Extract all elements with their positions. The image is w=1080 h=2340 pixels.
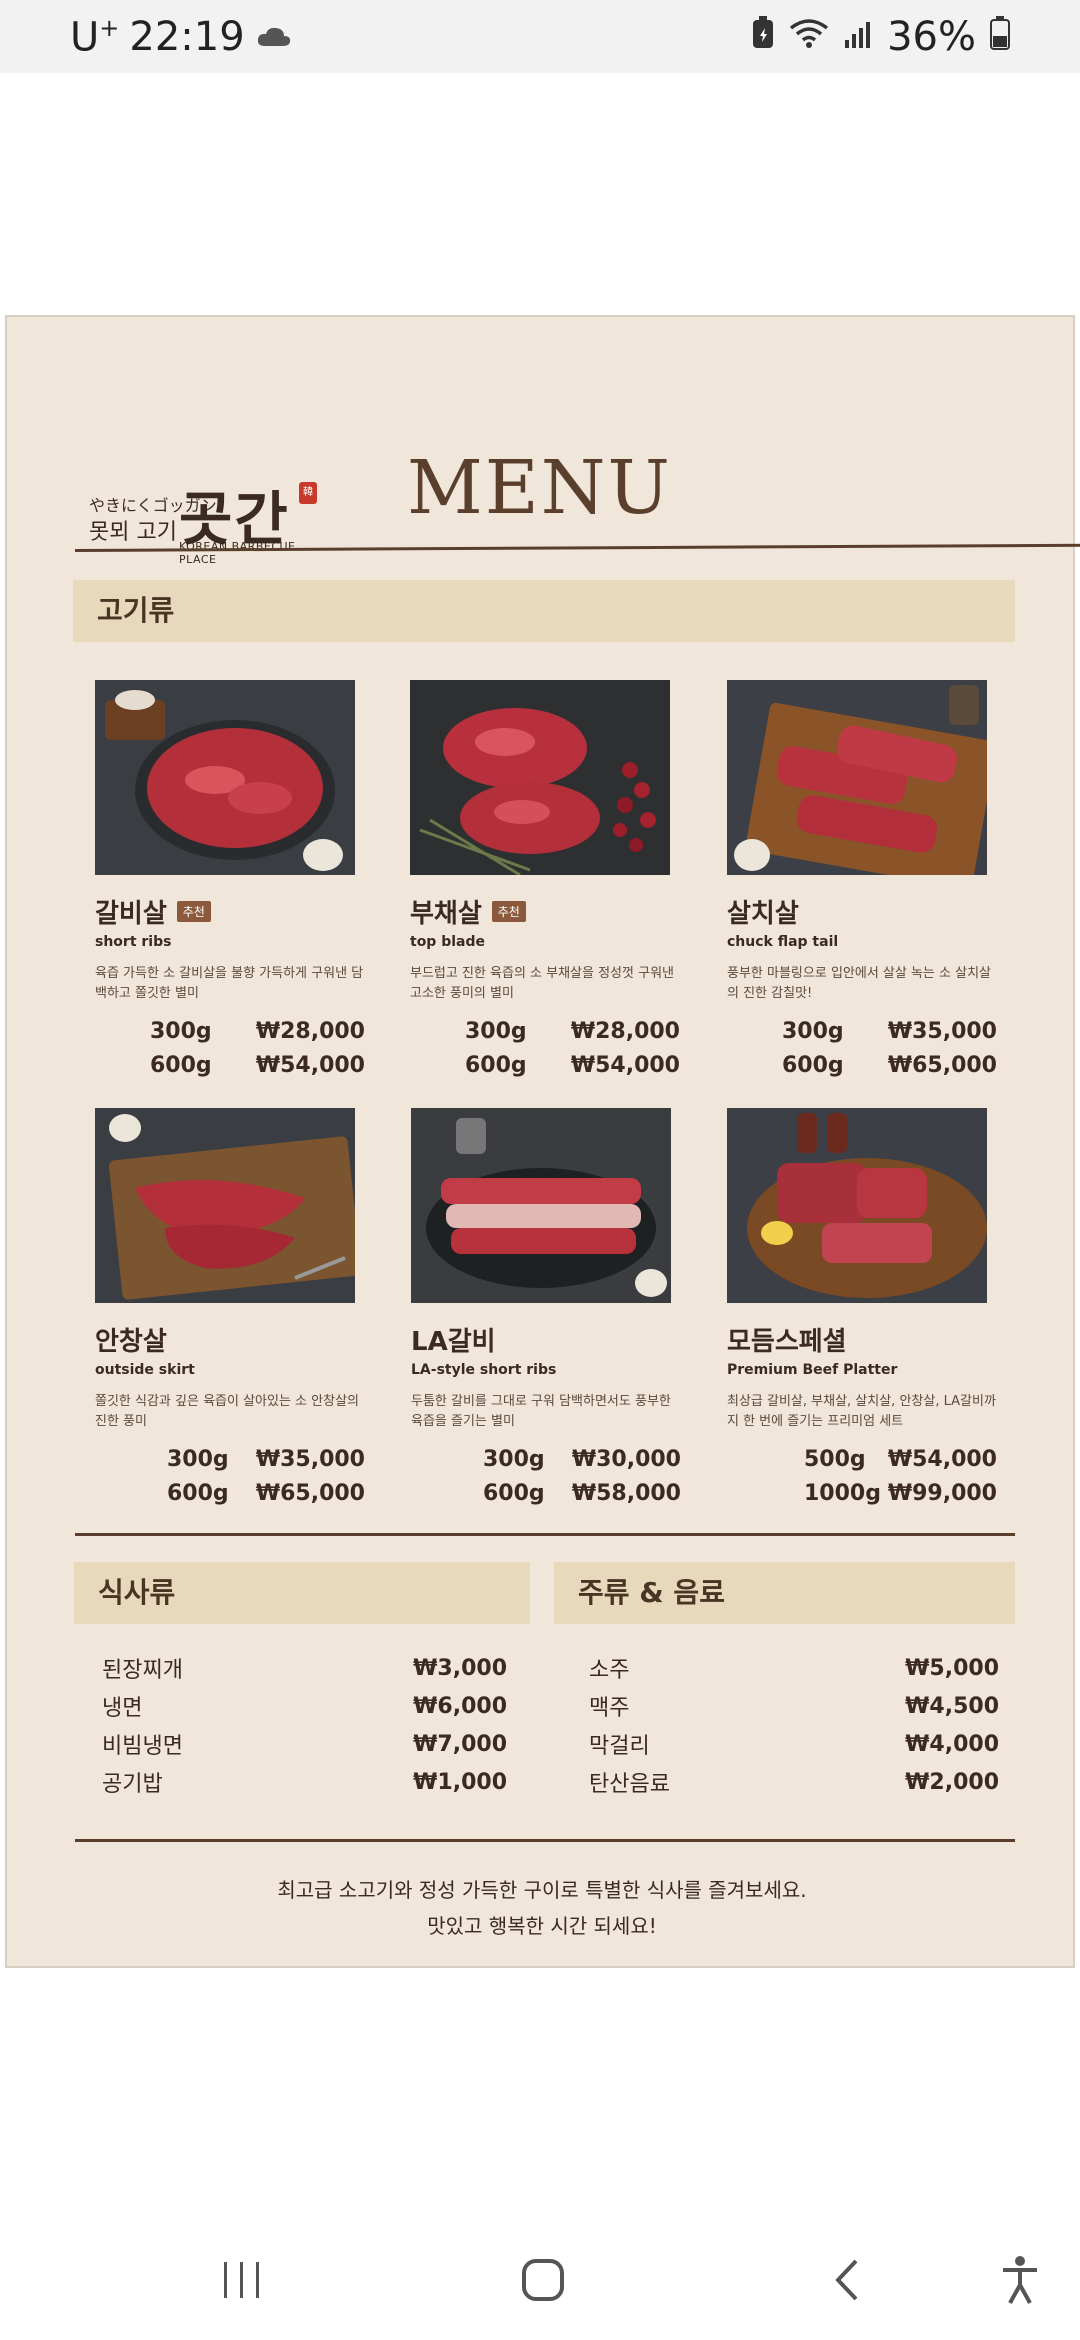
- menu-title: MENU: [407, 445, 672, 531]
- wifi-icon: [789, 14, 829, 60]
- item-name: 안창살: [95, 1327, 167, 1357]
- status-bar: U+ 22:19 36%: [0, 0, 1080, 73]
- menu-item-la-galbi[interactable]: LA갈비 LA-style short ribs 두툼한 갈비를 그대로 구워 …: [411, 1108, 681, 1510]
- item-description: 쫄깃한 식감과 깊은 육즙이 살아있는 소 안창살의 진한 풍미: [95, 1394, 359, 1429]
- list-item[interactable]: 소주 ₩5,000: [589, 1649, 999, 1687]
- menu-sheet: やきにくゴッガン 못뫼 고기 곳간 韓 KOREAN BARBECUE PLAC…: [5, 315, 1080, 1968]
- footer-line-2: 맛있고 행복한 시간 되세요!: [427, 1914, 657, 1938]
- menu-item-buchaesal[interactable]: 부채살 추천 top blade 부드럽고 진한 육즙의 소 부채살을 정성껏 …: [410, 680, 680, 1082]
- meals-list: 된장찌개 ₩3,000 냉면 ₩6,000 비빔냉면 ₩7,000 공기밥 ₩1,000: [102, 1649, 507, 1801]
- status-right: 36%: [751, 14, 1010, 60]
- list-item[interactable]: 막걸리 ₩4,000: [589, 1725, 999, 1763]
- list-item[interactable]: 비빔냉면 ₩7,000: [102, 1725, 507, 1763]
- menu-item-galbisal[interactable]: 갈비살 추천 short ribs 육즙 가득한 소 갈비살을 불향 가득하게 …: [95, 680, 365, 1082]
- price-row: 600g ₩58,000: [483, 1480, 681, 1506]
- signal-icon: [843, 14, 873, 60]
- price-row: 600g ₩54,000: [465, 1052, 680, 1078]
- meat-photo: [410, 680, 670, 875]
- item-description: 육즙 가득한 소 갈비살을 불향 가득하게 구워낸 담백하고 쫄깃한 별미: [95, 966, 364, 1001]
- meat-photo: [411, 1108, 671, 1303]
- drinks-list: 소주 ₩5,000 맥주 ₩4,500 막걸리 ₩4,000 탄산음료 ₩2,000: [589, 1649, 999, 1801]
- price-row: 300g ₩35,000: [167, 1446, 365, 1472]
- meat-photo: [727, 1108, 987, 1303]
- section-divider: [75, 1533, 1015, 1536]
- meat-photo: [95, 1108, 355, 1303]
- item-name: 부채살: [410, 899, 482, 929]
- item-name-en: outside skirt: [95, 1362, 195, 1378]
- menu-item-salchisal[interactable]: 살치살 chuck flap tail 풍부한 마블링으로 입안에서 살살 녹는…: [727, 680, 997, 1082]
- price-row: 600g ₩65,000: [782, 1052, 997, 1078]
- item-name-en: chuck flap tail: [727, 934, 839, 950]
- item-name: 갈비살: [95, 899, 167, 929]
- section-meals-header: 식사류: [74, 1562, 530, 1624]
- recommend-badge: 추천: [491, 901, 526, 922]
- item-name: 살치살: [727, 899, 799, 929]
- accessibility-icon[interactable]: [985, 2250, 1055, 2310]
- price-row: 300g ₩28,000: [150, 1018, 365, 1044]
- price-row: 600g ₩65,000: [167, 1480, 365, 1506]
- logo-tagline: KOREAN BARBECUE PLACE: [179, 540, 296, 566]
- logo-subtitle-kr: 못뫼 고기: [89, 520, 177, 545]
- menu-item-anchangsal[interactable]: 안창살 outside skirt 쫄깃한 식감과 깊은 육즙이 살아있는 소 …: [95, 1108, 365, 1510]
- item-name-en: top blade: [410, 934, 485, 950]
- footer-divider: [75, 1839, 1015, 1842]
- menu-item-modeum-special[interactable]: 모듬스페셜 Premium Beef Platter 최상급 갈비살, 부채살,…: [727, 1108, 997, 1510]
- price-row: 300g ₩28,000: [465, 1018, 680, 1044]
- section-drinks-header: 주류 & 음료: [554, 1562, 1015, 1624]
- logo-stamp: 韓: [299, 482, 317, 504]
- list-item[interactable]: 탄산음료 ₩2,000: [589, 1763, 999, 1801]
- price-row: 1000g ₩99,000: [804, 1480, 997, 1506]
- footer-line-1: 최고급 소고기와 정성 가득한 구이로 특별한 식사를 즐겨보세요.: [277, 1878, 807, 1902]
- recents-icon[interactable]: [207, 2250, 277, 2310]
- status-left: U+ 22:19: [70, 14, 293, 60]
- list-item[interactable]: 된장찌개 ₩3,000: [102, 1649, 507, 1687]
- item-name-en: Premium Beef Platter: [727, 1362, 898, 1378]
- battery-icon: [990, 14, 1010, 60]
- back-icon[interactable]: [812, 2250, 882, 2310]
- section-meat-header: 고기류: [73, 580, 1015, 642]
- meat-photo: [95, 680, 355, 875]
- battery-percent: 36%: [887, 14, 976, 60]
- price-row: 500g ₩54,000: [804, 1446, 997, 1472]
- item-description: 최상급 갈비살, 부채살, 살치살, 안창살, LA갈비까지 한 번에 즐기는 …: [727, 1394, 996, 1429]
- navigation-bar: [0, 2220, 1080, 2340]
- list-item[interactable]: 맥주 ₩4,500: [589, 1687, 999, 1725]
- footer-message: 최고급 소고기와 정성 가득한 구이로 특별한 식사를 즐겨보세요. 맛있고 행…: [7, 1872, 1077, 1944]
- item-name-en: LA-style short ribs: [411, 1362, 557, 1378]
- item-description: 부드럽고 진한 육즙의 소 부채살을 정성껏 구워낸 고소한 풍미의 별미: [410, 966, 674, 1001]
- item-description: 두툼한 갈비를 그대로 구워 담백하면서도 풍부한 육즙을 즐기는 별미: [411, 1394, 671, 1429]
- cloud-icon: [255, 14, 293, 60]
- price-row: 300g ₩30,000: [483, 1446, 681, 1472]
- item-description: 풍부한 마블링으로 입안에서 살살 녹는 소 살치살의 진한 감칠맛!: [727, 966, 991, 1001]
- clock: 22:19: [129, 14, 245, 61]
- home-icon[interactable]: [508, 2250, 578, 2310]
- item-name: 모듬스페셜: [727, 1327, 847, 1357]
- price-row: 600g ₩54,000: [150, 1052, 365, 1078]
- meat-photo: [727, 680, 987, 875]
- price-row: 300g ₩35,000: [782, 1018, 997, 1044]
- list-item[interactable]: 공기밥 ₩1,000: [102, 1763, 507, 1801]
- recommend-badge: 추천: [176, 901, 211, 922]
- battery-saver-icon: [751, 14, 775, 60]
- carrier: U+: [70, 14, 120, 61]
- item-name-en: short ribs: [95, 934, 172, 950]
- list-item[interactable]: 냉면 ₩6,000: [102, 1687, 507, 1725]
- item-name: LA갈비: [411, 1327, 496, 1357]
